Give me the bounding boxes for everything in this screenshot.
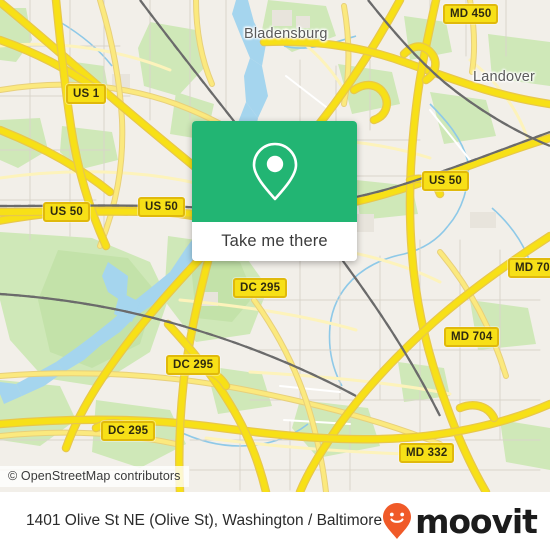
take-me-there-label: Take me there [221,232,328,250]
highway-shield: US 50 [422,171,469,192]
moovit-wordmark: moovit [415,501,538,541]
place-label: Bladensburg [244,26,328,42]
highway-shield: MD 704 [444,327,500,348]
location-pin-icon [252,142,297,200]
highway-shield: DC 295 [101,421,156,442]
highway-shield: DC 295 [233,278,288,299]
highway-shield: MD 450 [443,4,499,25]
destination-card[interactable]: Take me there [192,121,357,261]
highway-shield: MD 332 [399,443,455,464]
highway-shield: US 1 [66,84,107,105]
card-pin-area [192,121,357,222]
take-me-there-button[interactable]: Take me there [192,222,357,261]
highway-shield: DC 295 [166,355,221,376]
moovit-smiley-pin-icon [383,503,412,539]
map-screen: .land{fill:#f2efe9} .park{fill:#cfe8b8} … [0,0,550,550]
osm-attribution: © OpenStreetMap contributors [0,466,189,487]
moovit-logo[interactable]: moovit [382,501,538,541]
highway-shield: US 50 [138,197,185,218]
footer-bar: 1401 Olive St NE (Olive St), Washington … [0,492,550,550]
highway-shield: MD 704 [508,258,550,279]
place-label: Landover [473,69,536,85]
address-text: 1401 Olive St NE (Olive St), Washington … [26,512,383,529]
highway-shield: US 50 [43,202,90,223]
